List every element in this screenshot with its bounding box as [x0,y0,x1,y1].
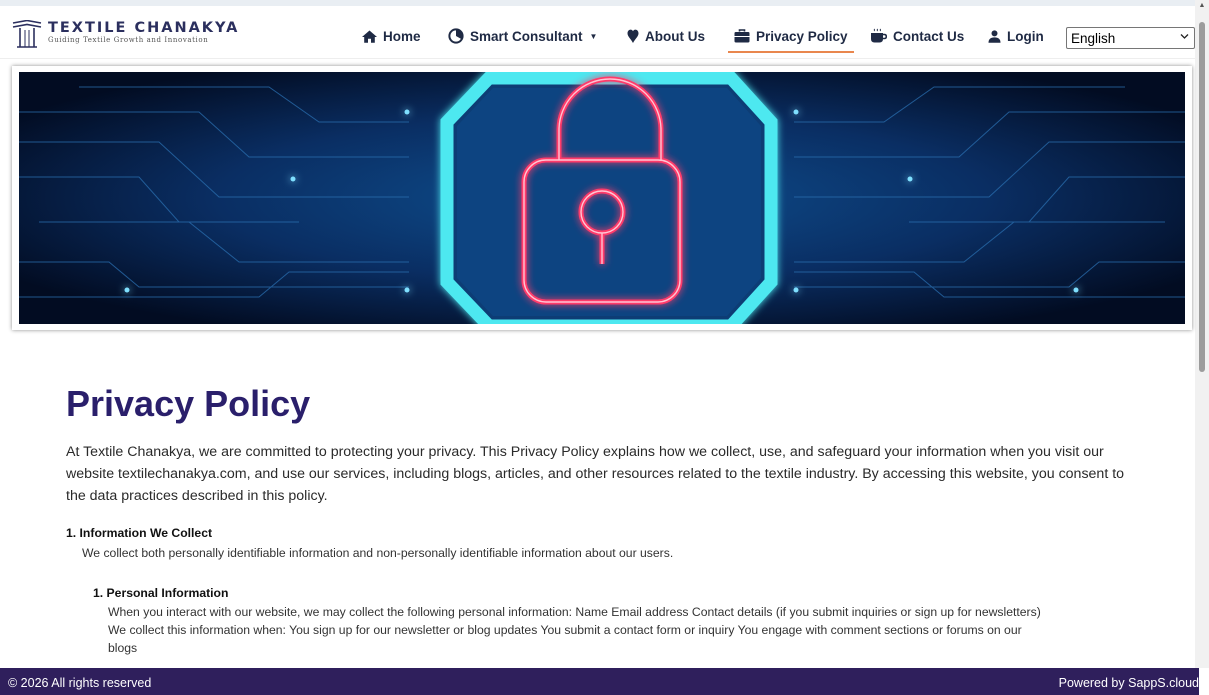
brand-tagline: Guiding Textile Growth and Innovation [48,36,209,44]
nav-home[interactable]: Home [362,26,421,46]
brand-name: TEXTILE CHANAKYA [48,20,240,36]
briefcase-icon [734,29,750,43]
footer: © 2026 All rights reserved Powered by Sa… [0,668,1199,695]
hero-banner [12,66,1192,330]
chevron-down-icon [1180,32,1189,42]
subsection-text-line-3: blogs [108,641,138,655]
nav-smart-consultant-label: Smart Consultant [470,28,583,44]
nav-smart-consultant[interactable]: Smart Consultant ▼ [448,26,597,46]
subsection-text-line-1: When you interact with our website, we m… [108,605,1041,619]
nav-login[interactable]: Login [988,26,1044,46]
nav-privacy-label: Privacy Policy [756,28,848,44]
language-select[interactable]: English [1066,27,1195,49]
loom-logo-icon [12,20,42,48]
section-heading-information: 1. Information We Collect [66,526,213,540]
nav-contact-label: Contact Us [893,28,965,44]
nav-about[interactable]: About Us [627,26,705,46]
subsection-text-line-2: We collect this information when: You si… [108,623,1022,637]
intro-paragraph: At Textile Chanakya, we are committed to… [66,444,1125,504]
coffee-cup-icon [871,28,887,43]
language-selected-value: English [1071,30,1116,46]
page-title: Privacy Policy [66,383,311,424]
nav-home-label: Home [383,28,421,44]
section-text-information: We collect both personally identifiable … [82,546,674,560]
scroll-up-arrow-icon[interactable]: ▲ [1195,2,1209,9]
neon-padlock-circuit-icon [19,72,1185,324]
user-icon [988,29,1001,43]
nav-contact[interactable]: Contact Us [870,26,964,46]
pie-chart-icon [448,28,464,44]
vertical-scrollbar[interactable]: ▲ [1195,0,1209,668]
footer-copyright: © 2026 All rights reserved [8,676,152,690]
nav-privacy-policy[interactable]: Privacy Policy [728,26,854,53]
subsection-heading-personal: 1. Personal Information [93,586,229,600]
nav-about-label: About Us [645,28,705,44]
navbar: TEXTILE CHANAKYA Guiding Textile Growth … [0,6,1195,59]
chevron-down-icon: ▼ [589,31,598,41]
nav-login-label: Login [1007,28,1044,44]
home-icon [362,30,377,43]
scrollbar-thumb[interactable] [1199,22,1205,372]
footer-powered-by[interactable]: Powered by SappS.cloud [1059,676,1199,690]
brand-logo[interactable]: TEXTILE CHANAKYA Guiding Textile Growth … [12,20,239,48]
heart-pin-icon [627,29,639,43]
